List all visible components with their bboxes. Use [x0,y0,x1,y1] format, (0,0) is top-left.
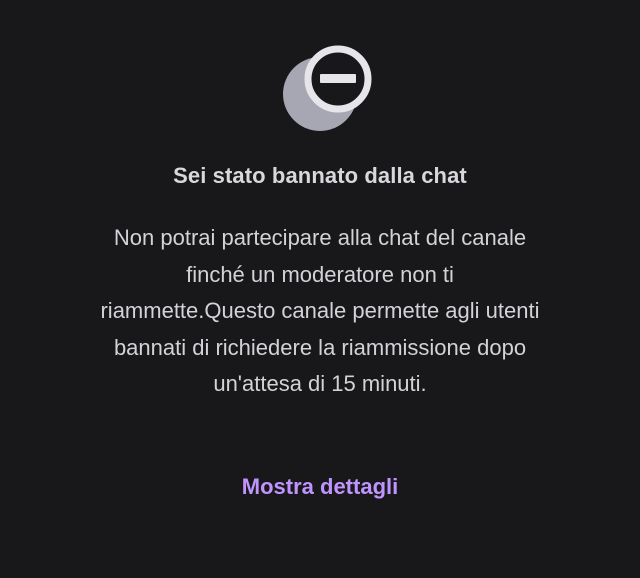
ban-title: Sei stato bannato dalla chat [173,163,467,188]
ban-icon-minus-bar [320,74,356,83]
chat-banned-panel: Sei stato bannato dalla chat Non potrai … [0,0,640,578]
ban-circle-icon [283,45,372,131]
show-details-link[interactable]: Mostra dettagli [0,474,640,500]
ban-message: Non potrai partecipare alla chat del can… [100,225,540,397]
